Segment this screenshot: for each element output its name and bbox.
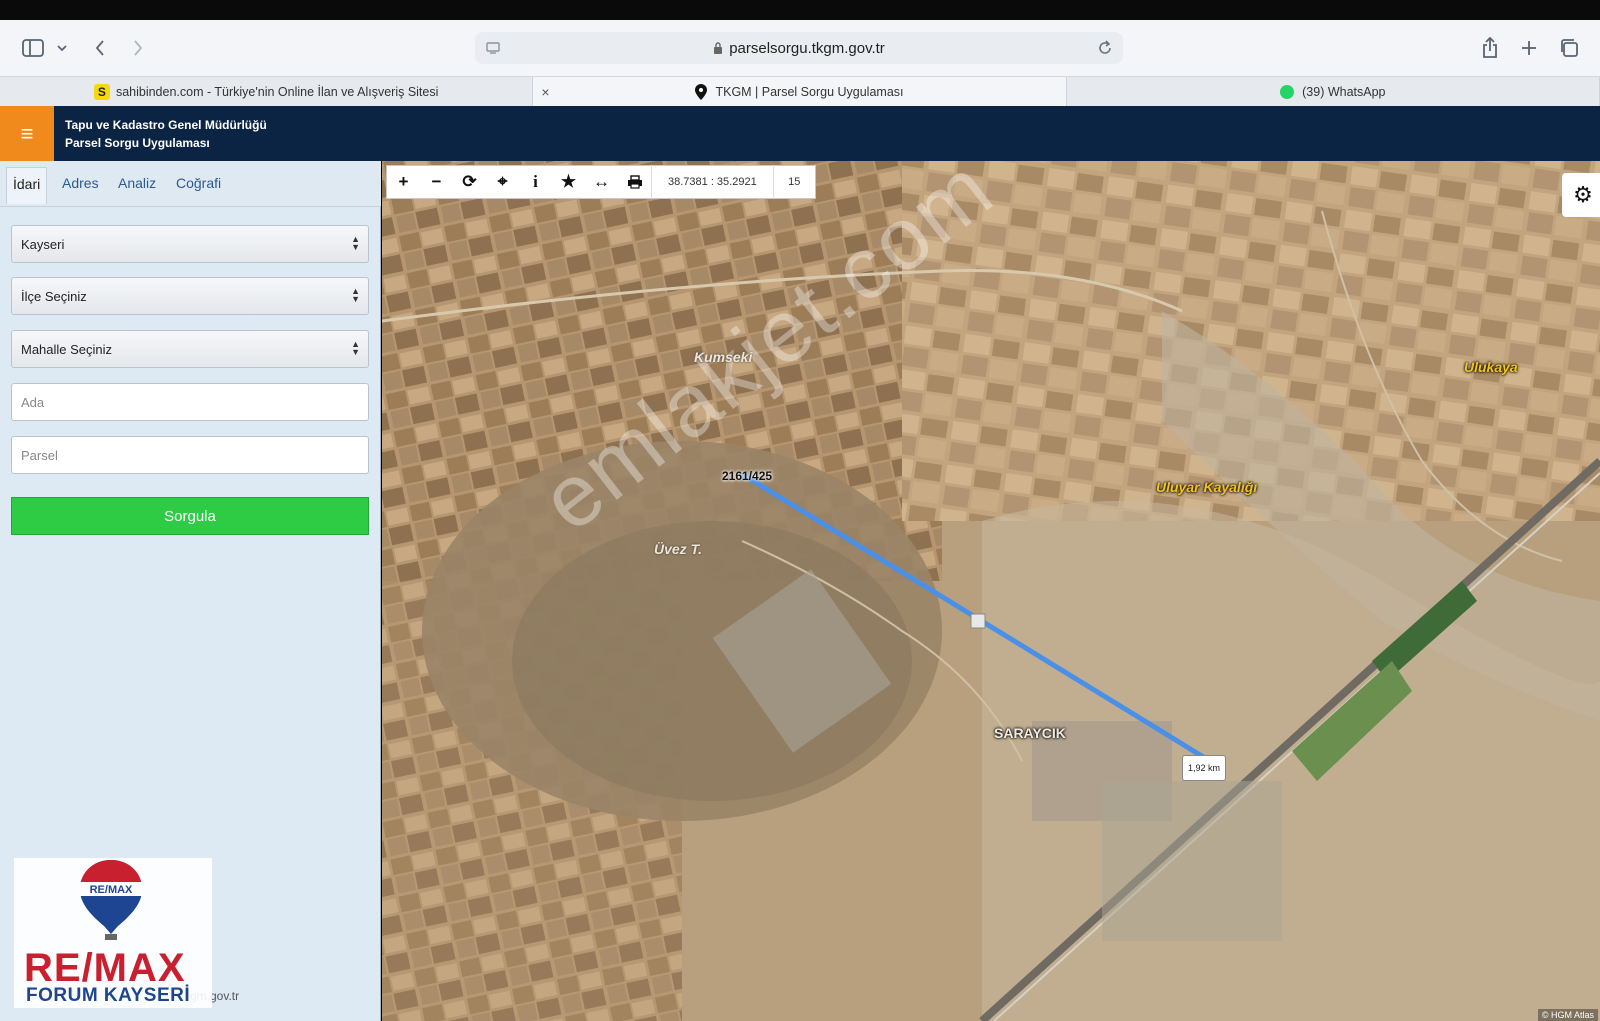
forward-icon[interactable] [124, 34, 152, 62]
tab-label: TKGM | Parsel Sorgu Uygulaması [715, 84, 904, 99]
tab-cografi[interactable]: Coğrafi [176, 175, 221, 191]
url-text: parselsorgu.tkgm.gov.tr [729, 39, 885, 57]
tab-sahibinden[interactable]: S sahibinden.com - Türkiye'nin Online İl… [0, 77, 534, 106]
site-settings-icon[interactable] [485, 40, 501, 56]
place-uvez: Üvez T. [654, 541, 702, 557]
hamburger-menu-button[interactable]: ≡ [0, 106, 54, 161]
tab-overview-icon[interactable] [1555, 34, 1583, 62]
browser-toolbar: parselsorgu.tkgm.gov.tr [0, 20, 1600, 76]
zoom-in-icon[interactable]: + [387, 165, 420, 199]
ilce-select-value: İlçe Seçiniz [21, 288, 87, 304]
tab-label: sahibinden.com - Türkiye'nin Online İlan… [115, 84, 439, 99]
zoom-out-icon[interactable]: − [420, 165, 453, 199]
top-strip [0, 0, 1600, 20]
panel-tabs: İdari Adres Analiz Coğrafi [0, 161, 381, 207]
place-kumseki: Kumseki [694, 349, 753, 365]
tab-analiz[interactable]: Analiz [118, 175, 156, 191]
parsel-input[interactable]: Parsel [11, 436, 369, 474]
select-caret-icon: ▲ ▼ [351, 286, 360, 304]
place-saraycik: SARAYCIK [994, 725, 1066, 741]
print-icon[interactable] [618, 165, 651, 199]
new-tab-icon[interactable] [1515, 34, 1543, 62]
select-caret-icon: ▲ ▼ [351, 339, 360, 357]
place-ulukaya: Ulukaya [1464, 359, 1518, 375]
mahalle-select-value: Mahalle Seçiniz [21, 341, 113, 357]
map-attribution: © HGM Atlas [1537, 1009, 1598, 1021]
zoom-level: 15 [772, 165, 815, 199]
coordinate-readout: 38.7381 : 35.2921 [651, 165, 773, 199]
balloon-icon: RE/MAX [80, 860, 142, 940]
address-bar[interactable]: parselsorgu.tkgm.gov.tr [475, 32, 1123, 64]
ilce-select[interactable]: İlçe Seçiniz ▲ ▼ [11, 277, 369, 315]
il-select-value: Kayseri [21, 236, 65, 252]
gear-icon[interactable]: ⚙ [1562, 173, 1600, 217]
balloon-label: RE/MAX [90, 884, 133, 896]
parcel-label: 2161/425 [722, 469, 773, 483]
star-icon[interactable]: ★ [552, 165, 585, 199]
il-select[interactable]: Kayseri ▲ ▼ [11, 225, 369, 263]
chevron-down-icon[interactable] [48, 34, 76, 62]
reload-icon[interactable] [1097, 39, 1113, 57]
tab-whatsapp[interactable]: (39) WhatsApp [1067, 77, 1600, 106]
ada-placeholder: Ada [21, 394, 45, 410]
map-pin-icon [695, 83, 708, 100]
info-icon[interactable]: i [519, 165, 552, 199]
ada-input[interactable]: Ada [11, 383, 369, 421]
place-uluyar: Uluyar Kayalığı [1156, 479, 1258, 495]
satellite-imagery [382, 161, 1600, 1021]
whatsapp-icon [1280, 84, 1295, 99]
satellite-map[interactable]: emlakjet.com Kumseki Ulukaya Uluyar Kaya… [382, 161, 1600, 1021]
refresh-icon[interactable]: ⟳ [453, 165, 486, 199]
close-tab-icon[interactable]: × [541, 84, 549, 100]
remax-office: FORUM KAYSERİ [26, 985, 191, 1006]
distance-label: 1,92 km [1182, 755, 1226, 781]
tab-label: (39) WhatsApp [1302, 84, 1386, 99]
sidebar-toggle-icon[interactable] [19, 34, 47, 62]
share-icon[interactable] [1476, 34, 1504, 62]
app-title-line1: Tapu ve Kadastro Genel Müdürlüğü [65, 118, 267, 132]
tab-adres[interactable]: Adres [62, 175, 99, 191]
app-header: ≡ Tapu ve Kadastro Genel Müdürlüğü Parse… [0, 106, 1600, 161]
tab-tkgm[interactable]: × TKGM | Parsel Sorgu Uygulaması [533, 77, 1067, 106]
app-title-line2: Parsel Sorgu Uygulaması [65, 136, 210, 150]
mahalle-select[interactable]: Mahalle Seçiniz ▲ ▼ [11, 330, 369, 368]
map-toolbar: + − ⟳ ⌖ i ★ ↔ 38.7381 : 35.2921 15 [386, 165, 816, 199]
tab-idari[interactable]: İdari [6, 167, 48, 204]
tab-bar: S sahibinden.com - Türkiye'nin Online İl… [0, 76, 1600, 106]
parsel-placeholder: Parsel [21, 447, 58, 463]
locate-icon[interactable]: ⌖ [486, 165, 519, 199]
remax-logo: RE/MAX RE/MAX FORUM KAYSERİ [14, 858, 212, 1008]
measure-icon[interactable]: ↔ [585, 165, 618, 199]
select-caret-icon: ▲ ▼ [351, 234, 360, 252]
app-title: Tapu ve Kadastro Genel Müdürlüğü Parsel … [65, 116, 267, 152]
sorgula-button[interactable]: Sorgula [11, 497, 369, 535]
sahibinden-favicon-icon: S [93, 83, 110, 100]
lock-icon [714, 42, 723, 54]
back-icon[interactable] [86, 34, 114, 62]
